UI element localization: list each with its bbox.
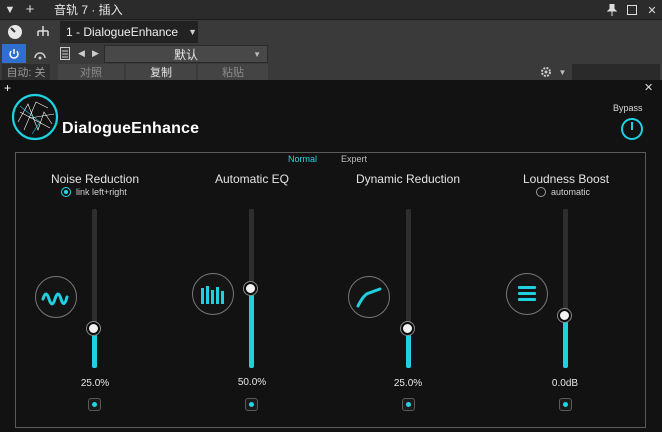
dynamic-reduction-enable-toggle[interactable] [402, 398, 415, 411]
compare-button[interactable]: 对照 [58, 64, 124, 80]
logo-icon [11, 93, 59, 141]
link-left-right-label: link left+right [76, 187, 127, 197]
automatic-eq-slider-thumb[interactable] [244, 282, 257, 295]
loudness-boost-slider-fill [563, 315, 568, 368]
power-icon[interactable] [2, 44, 26, 63]
dynamic-reduction-value: 25.0% [393, 378, 423, 389]
mode-normal-tab[interactable]: Normal [288, 154, 317, 164]
loudness-boost-value: 0.0dB [551, 378, 579, 389]
plugin-tab-label: 1 - DialogueEnhance [66, 25, 179, 39]
gear-icon[interactable] [540, 66, 552, 78]
next-preset-icon[interactable]: ▶ [92, 48, 99, 59]
collapse-arrow-icon[interactable]: ▼ [0, 0, 20, 20]
automatic-eq-title: Automatic EQ [214, 172, 290, 186]
preset-list-icon[interactable] [60, 47, 70, 65]
close-icon[interactable]: ✕ [644, 81, 653, 94]
close-icon[interactable]: ✕ [642, 0, 662, 20]
mode-expert-tab[interactable]: Expert [341, 154, 367, 164]
paste-button[interactable]: 粘贴 [198, 64, 268, 80]
automatic-eq-value: 50.0% [237, 377, 267, 388]
noise-reduction-enable-toggle[interactable] [88, 398, 101, 411]
radio-button[interactable] [61, 187, 71, 197]
chevron-down-icon[interactable]: ▼ [559, 68, 567, 77]
plugin-ui: + ✕ DialogueEnhance Bypass Normal Expert… [0, 80, 662, 432]
noise-reduction-title: Noise Reduction [50, 172, 140, 186]
add-icon[interactable]: + [20, 0, 40, 20]
host-status-field [572, 64, 660, 80]
loudness-boost-title: Loudness Boost [522, 172, 610, 186]
routing-knob-icon[interactable] [2, 21, 28, 43]
preset-row: ◀ ▶ 默认 ▼ [58, 45, 268, 63]
automatic-label: automatic [551, 187, 591, 197]
automatic-option[interactable]: automatic [536, 187, 590, 197]
maximize-icon[interactable] [622, 0, 642, 20]
loudness-boost-enable-toggle[interactable] [559, 398, 572, 411]
dynamic-reduction-slider-thumb[interactable] [401, 321, 414, 335]
dynamic-reduction-title: Dynamic Reduction [355, 172, 461, 186]
preset-selector[interactable]: 默认 ▼ [104, 45, 268, 63]
routing-tree-icon[interactable] [30, 21, 56, 43]
preset-name: 默认 [173, 47, 198, 62]
noise-reduction-slider-thumb[interactable] [87, 321, 100, 335]
settings-menu[interactable]: ▼ [536, 64, 570, 80]
compressor-curve-icon [348, 276, 390, 318]
loudness-icon [506, 273, 548, 315]
window-title: 音轨 7 · 插入 [54, 3, 123, 17]
eq-bars-icon [192, 273, 234, 315]
plugin-title: DialogueEnhance [62, 120, 200, 137]
sidechain-icon[interactable] [28, 44, 52, 63]
loudness-boost-slider-thumb[interactable] [558, 309, 571, 323]
copy-button[interactable]: 复制 [126, 64, 196, 80]
bypass-power-icon[interactable] [620, 117, 644, 141]
chevron-down-icon: ▼ [253, 49, 261, 59]
pin-icon[interactable] [602, 0, 622, 20]
chevron-down-icon[interactable]: ▼ [188, 27, 197, 37]
radio-button[interactable] [536, 187, 546, 197]
plugin-tab[interactable]: 1 - DialogueEnhance ▼ [60, 21, 198, 43]
waveform-icon [35, 276, 77, 318]
automatic-eq-slider-fill [249, 288, 254, 368]
host-toolbar: 1 - DialogueEnhance ▼ ◀ ▶ 默认 ▼ 自动: 关 对照 … [0, 20, 662, 80]
automatic-eq-enable-toggle[interactable] [245, 398, 258, 411]
host-title-bar: ▼ + 音轨 7 · 插入 ✕ [0, 0, 662, 20]
noise-reduction-value: 25.0% [80, 378, 110, 389]
automation-toggle[interactable]: 自动: 关 [2, 64, 50, 80]
link-left-right-option[interactable]: link left+right [61, 187, 127, 197]
previous-preset-icon[interactable]: ◀ [78, 48, 85, 59]
bypass-label: Bypass [613, 103, 643, 113]
